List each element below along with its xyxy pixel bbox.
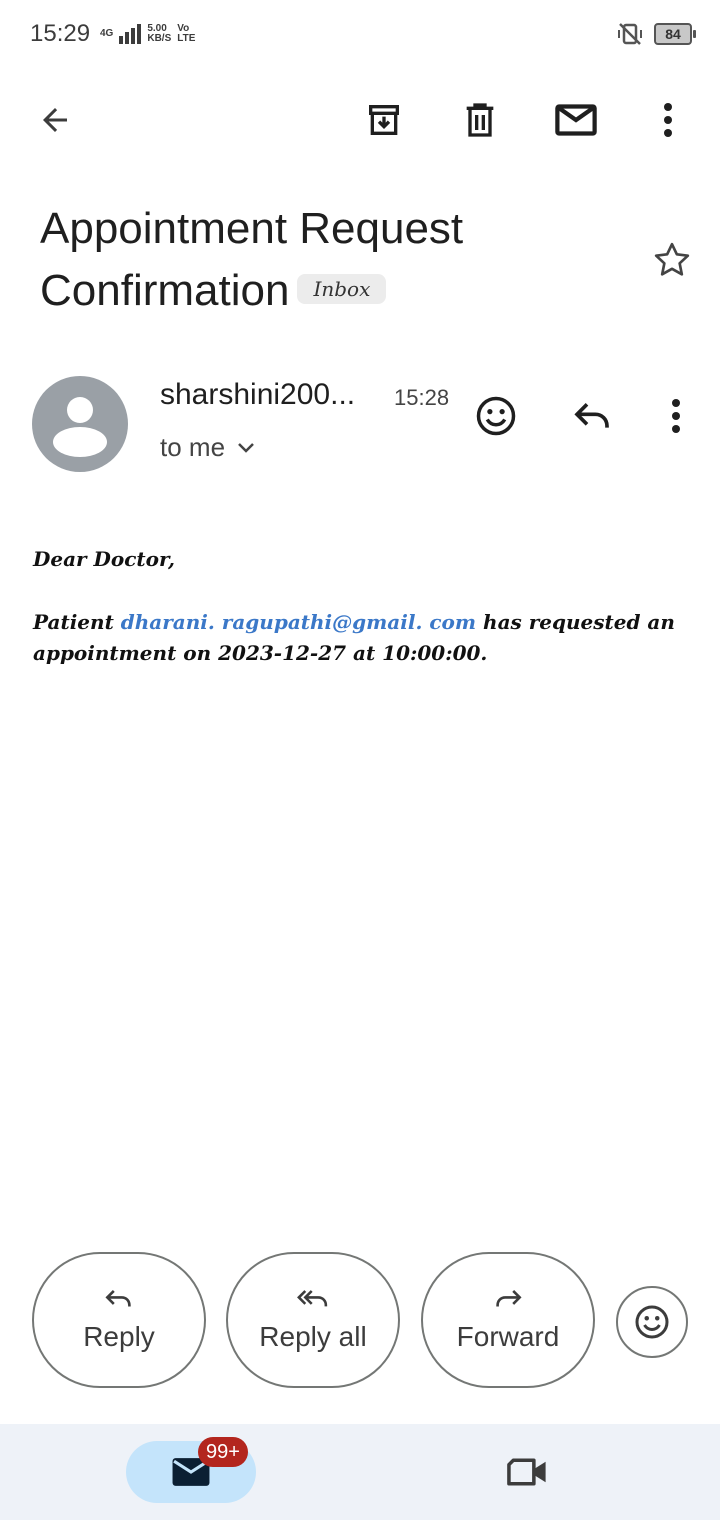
volte-bottom: LTE xyxy=(177,33,196,44)
greeting: Dear Doctor, xyxy=(33,547,176,571)
forward-button[interactable]: Forward xyxy=(421,1252,595,1388)
emoji-icon xyxy=(635,1305,669,1339)
reply-all-icon xyxy=(297,1290,328,1307)
star-icon[interactable] xyxy=(648,236,696,284)
recipient-label: to me xyxy=(160,432,226,462)
back-arrow-icon[interactable] xyxy=(31,96,79,144)
chevron-down-icon xyxy=(238,442,254,453)
status-right: 84 xyxy=(616,22,696,46)
body-prefix: Patient xyxy=(33,610,121,634)
body-paragraph: Patient dharani. ragupathi@gmail. com ha… xyxy=(33,607,693,669)
subject-text: Appointment Request Confirmation xyxy=(40,204,464,315)
speed-unit: KB/S xyxy=(147,33,172,44)
recipient-toggle[interactable]: to me xyxy=(160,432,255,463)
network-status: 4G 5.00 KB/S Vo LTE xyxy=(100,24,195,44)
signal-bars-icon xyxy=(119,24,142,44)
sender-name[interactable]: sharshini200... xyxy=(160,378,355,412)
status-time: 15:29 xyxy=(30,20,91,47)
unread-count-badge: 99+ xyxy=(198,1437,248,1467)
vibrate-mute-icon xyxy=(618,23,642,45)
inbox-label-chip[interactable]: Inbox xyxy=(297,274,387,305)
forward-icon xyxy=(496,1289,522,1307)
message-more-icon[interactable] xyxy=(652,392,700,440)
add-reaction-button[interactable] xyxy=(616,1286,688,1358)
meet-tab[interactable] xyxy=(500,1448,556,1496)
reply-label: Reply xyxy=(83,1321,155,1352)
bottom-navigation xyxy=(0,1424,720,1520)
trash-icon[interactable] xyxy=(456,96,504,144)
email-time: 15:28 xyxy=(394,385,450,410)
battery-indicator: 84 xyxy=(654,23,696,45)
network-type: 4G xyxy=(100,29,113,39)
patient-email-link[interactable]: dharani. ragupathi@gmail. com xyxy=(121,610,476,634)
reply-icon[interactable] xyxy=(568,392,616,440)
reply-button[interactable]: Reply xyxy=(32,1252,206,1388)
reply-all-label: Reply all xyxy=(259,1321,367,1352)
mail-icon[interactable] xyxy=(552,96,600,144)
more-vert-icon[interactable] xyxy=(644,96,692,144)
reply-icon xyxy=(105,1289,131,1307)
archive-icon[interactable] xyxy=(360,96,408,144)
forward-label: Forward xyxy=(456,1321,560,1352)
video-camera-icon xyxy=(507,1458,546,1486)
volte-indicator: Vo LTE xyxy=(177,24,195,44)
avatar[interactable] xyxy=(32,376,128,472)
reply-all-button[interactable]: Reply all xyxy=(226,1252,400,1388)
network-speed: 5.00 KB/S xyxy=(147,24,171,44)
network-type-label: 4G xyxy=(100,28,114,39)
email-subject: Appointment Request Confirmation Inbox xyxy=(40,198,620,322)
person-icon xyxy=(53,397,107,457)
email-body: Dear Doctor, Patient dharani. ragupathi@… xyxy=(33,544,693,701)
emoji-reaction-icon[interactable] xyxy=(472,392,520,440)
